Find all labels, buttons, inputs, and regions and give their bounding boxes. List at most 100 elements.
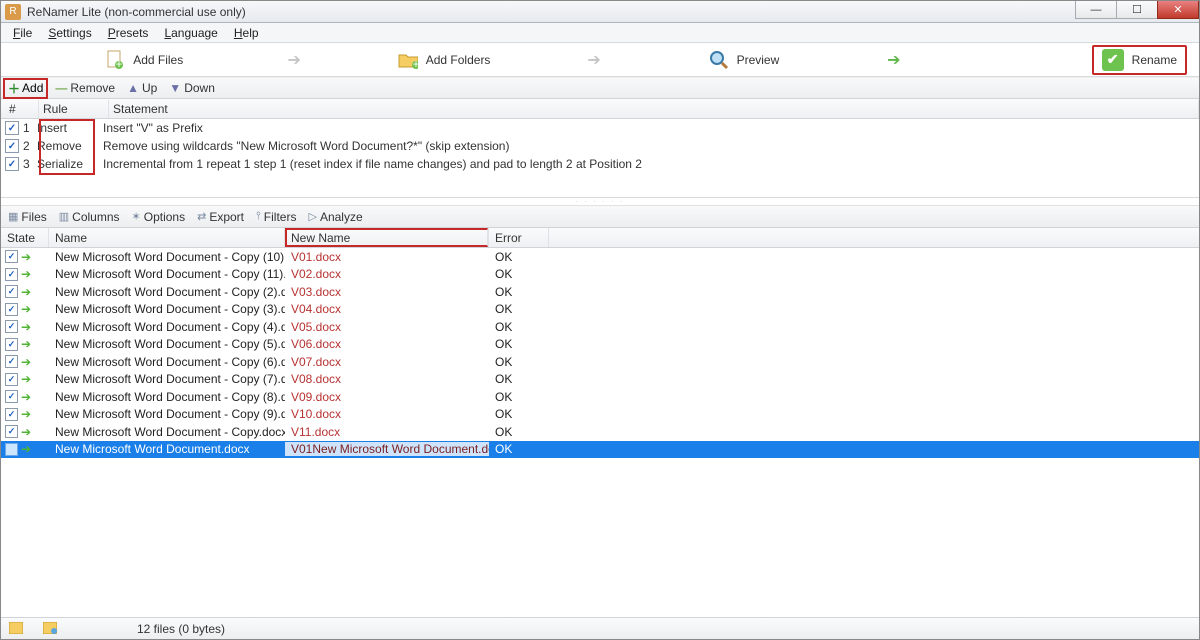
add-folders-label: Add Folders [426, 53, 491, 67]
menu-language[interactable]: Language [156, 24, 225, 42]
check-icon: ✔ [1102, 49, 1124, 71]
col-rule[interactable]: Rule [39, 100, 109, 118]
analyze-button[interactable]: ▷Analyze [303, 209, 367, 225]
close-button[interactable]: ✕ [1157, 1, 1199, 19]
filters-button[interactable]: ⫯Filters [251, 209, 301, 225]
file-name: New Microsoft Word Document.docx [49, 442, 285, 456]
rule-row[interactable]: ✓3SerializeIncremental from 1 repeat 1 s… [1, 155, 1199, 173]
col-statement[interactable]: Statement [109, 100, 1199, 118]
plus-icon: ＋ [8, 80, 20, 97]
file-row[interactable]: ✓➔New Microsoft Word Document - Copy (10… [1, 248, 1199, 266]
status-text: 12 files (0 bytes) [137, 622, 225, 636]
maximize-button[interactable]: ☐ [1116, 1, 1158, 19]
rule-index: 1 [23, 121, 37, 135]
file-newname: V07.docx [285, 355, 489, 369]
add-files-button[interactable]: + Add Files [1, 50, 287, 70]
arrow-right-icon: ➔ [21, 372, 31, 386]
arrow-icon: ➔ [587, 50, 600, 70]
add-rule-button[interactable]: ＋ Add [3, 78, 48, 99]
file-newname: V02.docx [285, 267, 489, 281]
down-rule-button[interactable]: ▼ Down [164, 80, 220, 96]
file-row[interactable]: ✓➔New Microsoft Word Document - Copy.doc… [1, 423, 1199, 441]
col-index[interactable]: # [5, 100, 39, 118]
grid-icon: ▦ [8, 210, 18, 223]
file-checkbox[interactable]: ✓ [5, 355, 18, 368]
file-checkbox[interactable]: ✓ [5, 250, 18, 263]
file-row[interactable]: ✓➔New Microsoft Word Document - Copy (8)… [1, 388, 1199, 406]
add-files-label: Add Files [133, 53, 183, 67]
file-name: New Microsoft Word Document - Copy (7).d… [49, 372, 285, 386]
rule-row[interactable]: ✓2RemoveRemove using wildcards "New Micr… [1, 137, 1199, 155]
menu-file[interactable]: File [5, 24, 40, 42]
file-error: OK [489, 355, 549, 369]
file-row[interactable]: ✓➔New Microsoft Word Document - Copy (4)… [1, 318, 1199, 336]
rule-checkbox[interactable]: ✓ [5, 157, 19, 171]
preview-label: Preview [737, 53, 780, 67]
menu-help[interactable]: Help [226, 24, 267, 42]
file-checkbox[interactable]: ✓ [5, 390, 18, 403]
file-error: OK [489, 302, 549, 316]
minimize-button[interactable]: — [1075, 1, 1117, 19]
file-row[interactable]: ✓➔New Microsoft Word Document - Copy (11… [1, 266, 1199, 284]
file-checkbox[interactable]: ✓ [5, 303, 18, 316]
file-row[interactable]: ✓➔New Microsoft Word Document - Copy (2)… [1, 283, 1199, 301]
file-row[interactable]: ✓➔New Microsoft Word Document - Copy (6)… [1, 353, 1199, 371]
files-toolbar: ▦Files ▥Columns ✶Options ⇄Export ⫯Filter… [1, 206, 1199, 228]
menu-presets[interactable]: Presets [100, 24, 157, 42]
window-title: ReNamer Lite (non-commercial use only) [27, 5, 246, 19]
file-checkbox[interactable]: ✓ [5, 408, 18, 421]
col-name[interactable]: Name [49, 228, 285, 247]
menu-settings[interactable]: Settings [40, 24, 99, 42]
file-row[interactable]: ✓➔New Microsoft Word Document - Copy (5)… [1, 336, 1199, 354]
arrow-right-icon: ➔ [21, 267, 31, 281]
file-checkbox[interactable]: ✓ [5, 320, 18, 333]
rule-checkbox[interactable]: ✓ [5, 121, 19, 135]
file-checkbox[interactable]: ✓ [5, 425, 18, 438]
col-newname-label: New Name [291, 231, 350, 245]
file-row[interactable]: ✓➔New Microsoft Word Document - Copy (3)… [1, 301, 1199, 319]
files-list[interactable]: ✓➔New Microsoft Word Document - Copy (10… [1, 248, 1199, 617]
files-button[interactable]: ▦Files [3, 209, 52, 225]
preview-button[interactable]: Preview [601, 50, 887, 70]
file-newname: V05.docx [285, 320, 489, 334]
arrow-right-icon: ➔ [21, 425, 31, 439]
file-row[interactable]: ➔New Microsoft Word Document.docxV01New … [1, 441, 1199, 459]
file-checkbox[interactable]: ✓ [5, 268, 18, 281]
columns-button[interactable]: ▥Columns [54, 209, 125, 225]
col-newname[interactable]: New Name [285, 228, 489, 247]
file-error: OK [489, 425, 549, 439]
file-newname: V04.docx [285, 302, 489, 316]
up-rule-button[interactable]: ▲ Up [122, 80, 162, 96]
rules-header: # Rule Statement [1, 99, 1199, 119]
add-folders-button[interactable]: + Add Folders [301, 50, 587, 70]
rules-toolbar: ＋ Add — Remove ▲ Up ▼ Down [1, 77, 1199, 99]
rule-checkbox[interactable]: ✓ [5, 139, 19, 153]
status-icon [43, 622, 59, 636]
file-checkbox[interactable]: ✓ [5, 285, 18, 298]
options-button[interactable]: ✶Options [127, 209, 191, 225]
rule-name: Insert [37, 121, 97, 135]
status-icon [9, 622, 25, 636]
splitter-handle[interactable]: · · · · · · [1, 198, 1199, 206]
rules-list: ✓1InsertInsert "V" as Prefix✓2RemoveRemo… [1, 119, 1199, 198]
menu-bar: File Settings Presets Language Help [1, 23, 1199, 43]
file-checkbox[interactable] [5, 443, 18, 456]
file-name: New Microsoft Word Document - Copy (8).d… [49, 390, 285, 404]
main-toolbar: + Add Files ➔ + Add Folders ➔ Preview ➔ … [1, 43, 1199, 77]
window-buttons: — ☐ ✕ [1076, 1, 1199, 19]
file-checkbox[interactable]: ✓ [5, 338, 18, 351]
file-name: New Microsoft Word Document - Copy (4).d… [49, 320, 285, 334]
rule-row[interactable]: ✓1InsertInsert "V" as Prefix [1, 119, 1199, 137]
remove-rule-button[interactable]: — Remove [50, 80, 120, 96]
arrow-right-icon: ➔ [21, 285, 31, 299]
arrow-icon: ➔ [287, 50, 300, 70]
col-state[interactable]: State [1, 228, 49, 247]
rename-button[interactable]: ✔ Rename [1092, 45, 1187, 75]
export-button[interactable]: ⇄Export [192, 209, 249, 225]
file-checkbox[interactable]: ✓ [5, 373, 18, 386]
file-newname: V10.docx [285, 407, 489, 421]
file-row[interactable]: ✓➔New Microsoft Word Document - Copy (9)… [1, 406, 1199, 424]
file-row[interactable]: ✓➔ New Microsoft Word Document - Copy (7)… [1, 371, 1199, 389]
col-error[interactable]: Error [489, 228, 549, 247]
status-bar: 12 files (0 bytes) [1, 617, 1199, 639]
